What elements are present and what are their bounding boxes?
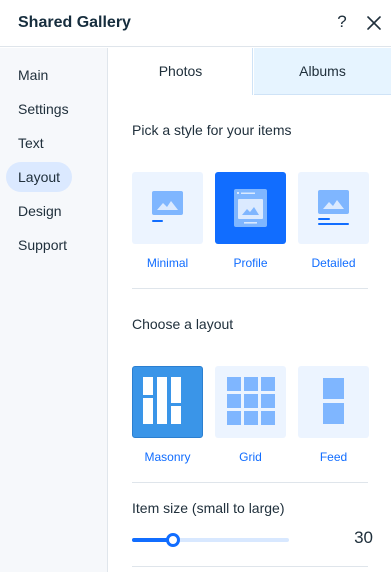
section-divider: [132, 288, 368, 289]
style-option-profile-label[interactable]: Profile: [215, 256, 286, 270]
panel-header: Shared Gallery ?: [0, 0, 391, 47]
layout-option-grid-label[interactable]: Grid: [215, 450, 286, 464]
layout-option-masonry[interactable]: [132, 366, 203, 438]
item-size-label: Item size (small to large): [132, 500, 285, 516]
close-icon[interactable]: [365, 14, 383, 32]
detailed-style-icon: [318, 190, 349, 225]
section-divider: [132, 482, 368, 483]
item-size-slider[interactable]: [132, 533, 289, 547]
sidebar-item-text[interactable]: Text: [6, 128, 56, 158]
panel-title: Shared Gallery: [18, 14, 131, 31]
style-option-detailed-label[interactable]: Detailed: [298, 256, 369, 270]
tab-photos[interactable]: Photos: [109, 48, 253, 95]
help-icon[interactable]: ?: [334, 12, 350, 32]
settings-content: Pick a style for your items Minimal Prof…: [109, 96, 391, 572]
layout-option-feed-label[interactable]: Feed: [298, 450, 369, 464]
grid-layout-icon: [227, 377, 275, 425]
layout-option-grid[interactable]: [215, 366, 286, 438]
style-option-minimal[interactable]: [132, 172, 203, 244]
sidebar-item-main[interactable]: Main: [6, 60, 60, 90]
masonry-layout-icon: [143, 377, 181, 424]
feed-layout-icon: [323, 378, 344, 424]
style-option-profile[interactable]: [215, 172, 286, 244]
item-size-slider-handle[interactable]: [166, 533, 180, 547]
layout-option-feed[interactable]: [298, 366, 369, 438]
layout-section-label: Choose a layout: [132, 316, 234, 332]
sidebar-item-layout[interactable]: Layout: [6, 162, 73, 192]
style-option-detailed[interactable]: [298, 172, 369, 244]
layout-option-masonry-label[interactable]: Masonry: [132, 450, 203, 464]
sidebar: Main Settings Text Layout Design Support: [0, 48, 108, 572]
section-divider: [132, 566, 368, 567]
sidebar-item-design[interactable]: Design: [6, 196, 74, 226]
style-section-label: Pick a style for your items: [132, 122, 292, 138]
sidebar-item-settings[interactable]: Settings: [6, 94, 81, 124]
tab-bar: Photos Albums: [109, 48, 391, 96]
tab-albums[interactable]: Albums: [254, 48, 391, 95]
sidebar-item-support[interactable]: Support: [6, 230, 79, 260]
item-size-value[interactable]: 30: [323, 528, 373, 548]
style-option-minimal-label[interactable]: Minimal: [132, 256, 203, 270]
profile-style-icon: [234, 189, 267, 227]
minimal-style-icon: [152, 191, 183, 222]
